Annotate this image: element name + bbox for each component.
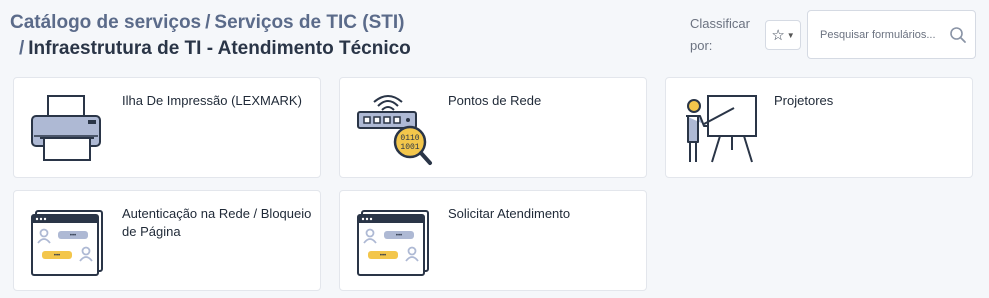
masked-text: ••• (380, 253, 386, 259)
browser-login-icon: ••• ••• (31, 210, 103, 276)
page-title: Infraestrutura de TI - Atendimento Técni… (28, 38, 411, 59)
breadcrumb-separator: / (205, 12, 211, 33)
search-icon[interactable] (949, 26, 967, 44)
favorite-sort-dropdown[interactable]: ☆ ▼ (765, 20, 801, 50)
breadcrumb-catalog-link[interactable]: Catálogo de serviços (10, 12, 201, 33)
service-card-request-support[interactable]: ••• ••• Solicitar Atendimento (339, 190, 647, 291)
projector-presentation-icon (686, 95, 757, 163)
binary-text: 1001 (400, 143, 419, 152)
service-card-label: Pontos de Rede (448, 93, 542, 108)
search-box (807, 10, 976, 59)
service-card-network-points[interactable]: 0110 1001 Pontos de Rede (339, 77, 647, 178)
printer-icon (31, 95, 101, 161)
breadcrumb-current-row: / Infraestrutura de TI - Atendimento Técn… (15, 36, 570, 62)
masked-text: ••• (54, 253, 60, 259)
search-input[interactable] (808, 11, 948, 58)
page-header: Catálogo de serviços / Serviços de TIC (ST… (0, 0, 989, 68)
breadcrumb-tic-link[interactable]: Serviços de TIC (STI) (214, 12, 404, 33)
browser-chat-icon: ••• ••• (357, 210, 429, 276)
binary-text: 0110 (400, 134, 419, 143)
service-card-label: Ilha De Impressão (LEXMARK) (122, 93, 302, 108)
service-card-projectors[interactable]: Projetores (665, 77, 973, 178)
caret-down-icon: ▼ (786, 30, 795, 40)
service-card-label: Projetores (774, 93, 834, 108)
sort-label: Classificar por: (690, 16, 750, 53)
service-card-label: Autenticação na Rede / Bloqueio de Págin… (122, 206, 312, 239)
masked-text: ••• (70, 233, 76, 239)
breadcrumb-separator: / (19, 38, 25, 59)
network-switch-icon: 0110 1001 (357, 95, 432, 165)
masked-text: ••• (396, 233, 402, 239)
breadcrumb: Catálogo de serviços / Serviços de TIC (ST… (10, 10, 570, 62)
service-card-label: Solicitar Atendimento (448, 206, 571, 221)
star-icon: ☆ (771, 27, 785, 44)
service-card-printer[interactable]: Ilha De Impressão (LEXMARK) (13, 77, 321, 178)
service-card-network-auth[interactable]: ••• ••• Autenticação na Rede / Bloqueio … (13, 190, 321, 291)
